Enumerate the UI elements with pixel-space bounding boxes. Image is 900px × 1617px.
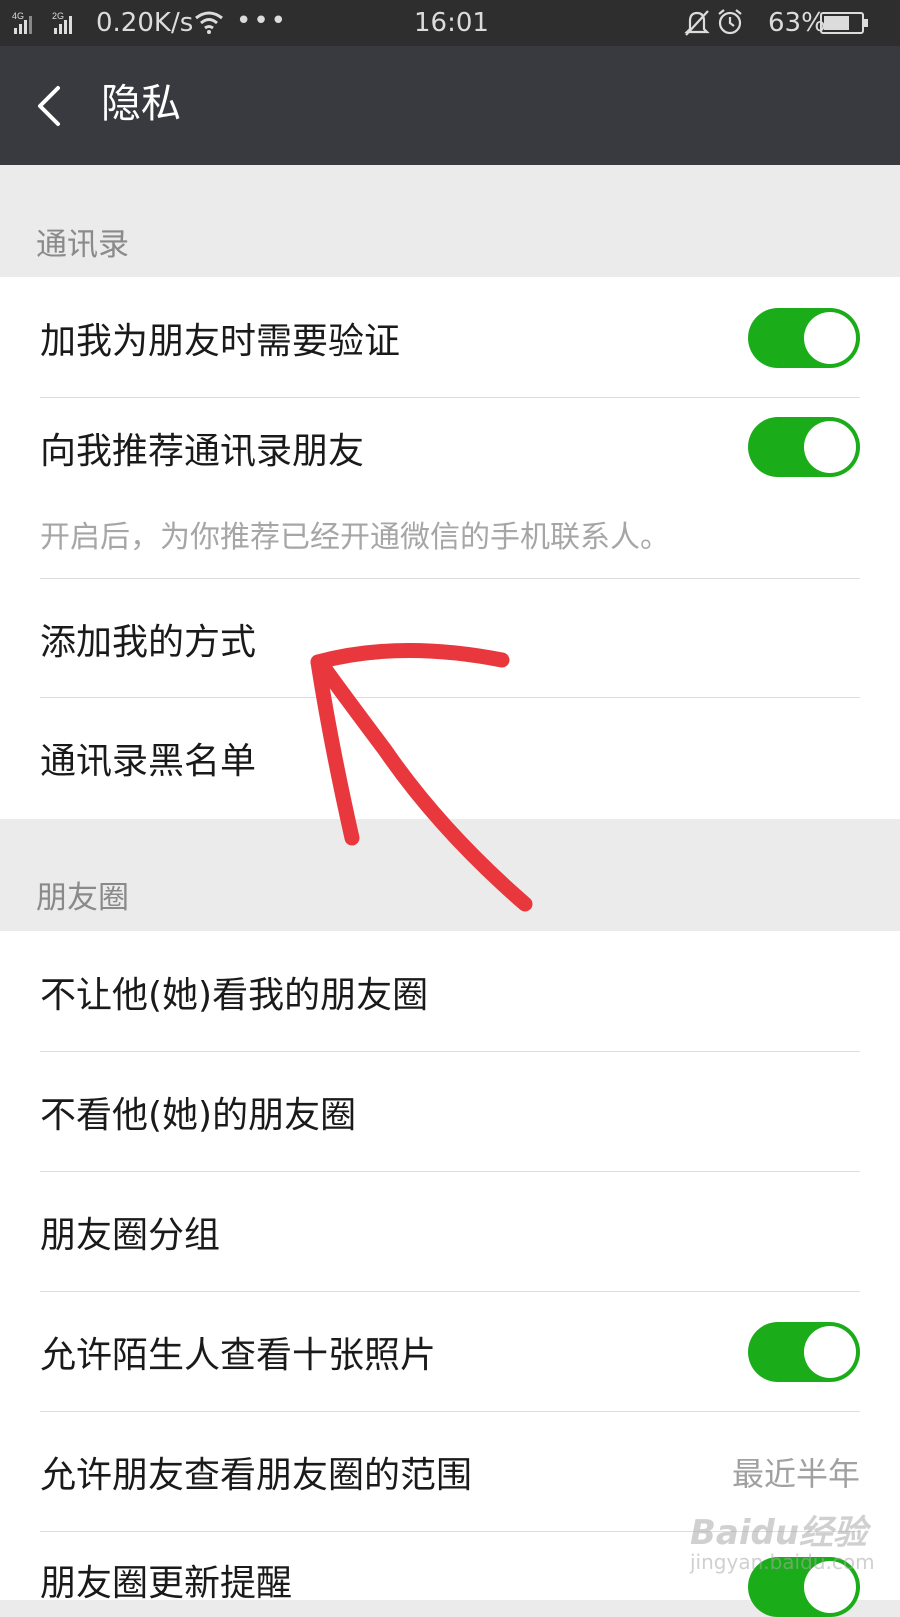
section-title: 朋友圈 <box>36 880 129 916</box>
watermark-url: jingyan.baidu.com <box>690 1550 875 1574</box>
setting-recommend-contacts[interactable]: 向我推荐通讯录朋友 <box>40 398 860 498</box>
svg-text:4G: 4G <box>12 11 24 21</box>
setting-label: 朋友圈更新提醒 <box>40 1563 293 1604</box>
section-title: 通讯录 <box>36 227 129 263</box>
setting-block-them[interactable]: 不让他(她)看我的朋友圈 <box>40 931 860 1051</box>
strangers-toggle[interactable] <box>748 1322 860 1382</box>
chevron-left-icon[interactable] <box>22 76 78 136</box>
setting-label: 加我为朋友时需要验证 <box>40 321 401 362</box>
section-header-contacts: 通讯录 <box>0 165 900 277</box>
toggle-knob <box>804 312 856 364</box>
signal-icon: 4G 2G <box>12 11 72 34</box>
moments-card: 不让他(她)看我的朋友圈 不看他(她)的朋友圈 朋友圈分组 允许陌生人查看十张照… <box>0 931 900 1617</box>
watermark-logo: Baidu经验 <box>690 1513 868 1553</box>
setting-label: 不看他(她)的朋友圈 <box>40 1095 357 1136</box>
nav-bar: 隐私 <box>0 46 900 165</box>
toggle-knob <box>804 421 856 473</box>
setting-label: 朋友圈分组 <box>40 1215 221 1256</box>
recommend-toggle[interactable] <box>748 417 860 477</box>
setting-add-methods[interactable]: 添加我的方式 <box>40 579 860 697</box>
setting-strangers-photos[interactable]: 允许陌生人查看十张照片 <box>40 1292 860 1411</box>
toggle-knob <box>804 1326 856 1378</box>
setting-contacts-blacklist[interactable]: 通讯录黑名单 <box>40 698 860 819</box>
bell-off-icon <box>684 10 710 36</box>
setting-verify-friend[interactable]: 加我为朋友时需要验证 <box>40 277 860 397</box>
alarm-icon <box>718 9 742 35</box>
network-speed: 0.20K/s <box>96 8 194 38</box>
verify-toggle[interactable] <box>748 308 860 368</box>
setting-label: 允许朋友查看朋友圈的范围 <box>40 1455 473 1496</box>
wifi-icon <box>195 11 223 34</box>
setting-label: 通讯录黑名单 <box>40 741 257 782</box>
setting-label: 向我推荐通讯录朋友 <box>40 431 365 472</box>
range-value: 最近半年 <box>731 1455 860 1493</box>
page-title: 隐私 <box>101 81 181 127</box>
battery-percent: 63% <box>768 8 826 38</box>
svg-text:2G: 2G <box>52 11 64 21</box>
watermark: Baidu经验 jingyan.baidu.com <box>690 1505 875 1574</box>
clock: 16:01 <box>414 8 489 38</box>
more-indicator: ••• <box>236 6 289 36</box>
battery-icon <box>820 12 868 34</box>
setting-hide-theirs[interactable]: 不看他(她)的朋友圈 <box>40 1052 860 1171</box>
recommend-hint: 开启后，为你推荐已经开通微信的手机联系人。 <box>40 520 670 555</box>
contacts-card: 加我为朋友时需要验证 向我推荐通讯录朋友 开启后，为你推荐已经开通微信的手机联系… <box>0 277 900 819</box>
setting-label: 不让他(她)看我的朋友圈 <box>40 975 429 1016</box>
status-bar: 4G 2G 0.20K/s ••• 16:01 63% <box>0 0 900 46</box>
setting-label: 添加我的方式 <box>40 622 257 663</box>
section-header-moments: 朋友圈 <box>0 819 900 931</box>
setting-moments-groups[interactable]: 朋友圈分组 <box>40 1172 860 1291</box>
setting-label: 允许陌生人查看十张照片 <box>40 1335 437 1376</box>
